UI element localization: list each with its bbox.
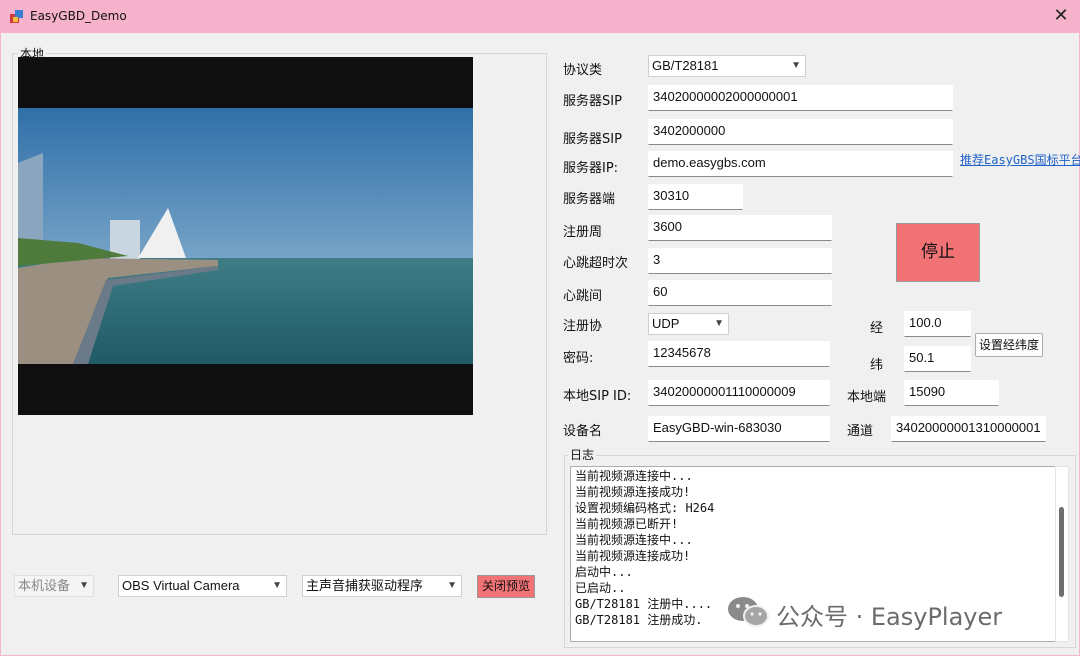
heartbeat-timeout-label: 心跳超时次 bbox=[563, 256, 629, 271]
server-sip-domain-field[interactable]: 3402000000 bbox=[648, 119, 953, 145]
heartbeat-interval-field[interactable]: 60 bbox=[648, 280, 832, 306]
camera-select[interactable]: OBS Virtual Camera ▼ bbox=[118, 575, 287, 597]
close-preview-button[interactable]: 关闭预览 bbox=[477, 575, 535, 598]
log-line: 当前视频源连接中... bbox=[575, 533, 693, 547]
heartbeat-interval-label: 心跳间 bbox=[563, 289, 603, 304]
register-protocol-select[interactable]: UDP ▼ bbox=[648, 313, 729, 335]
longitude-label: 经 bbox=[870, 321, 884, 336]
device-name-field[interactable]: EasyGBD-win-683030 bbox=[648, 416, 830, 442]
chevron-down-icon: ▼ bbox=[791, 60, 801, 71]
audio-select[interactable]: 主声音捕获驱动程序 ▼ bbox=[302, 575, 462, 597]
server-sip-id-label: 服务器SIP bbox=[563, 94, 622, 109]
register-period-label: 注册周 bbox=[563, 225, 603, 240]
scrollbar-thumb[interactable] bbox=[1059, 507, 1064, 597]
chevron-down-icon: ▼ bbox=[447, 580, 457, 591]
channel-label: 通道 bbox=[847, 424, 874, 439]
local-device-select: 本机设备 ▼ bbox=[14, 575, 94, 597]
server-port-label: 服务器端 bbox=[563, 192, 616, 207]
server-ip-label: 服务器IP: bbox=[563, 161, 619, 176]
chevron-down-icon: ▼ bbox=[714, 318, 724, 329]
password-field[interactable]: 12345678 bbox=[648, 341, 830, 367]
log-line: GB/T28181 注册中.... bbox=[575, 597, 713, 611]
recommend-link[interactable]: 推荐EasyGBS国标平台 bbox=[960, 151, 1080, 168]
server-sip-domain-label: 服务器SIP bbox=[563, 132, 622, 147]
register-protocol-label: 注册协 bbox=[563, 319, 603, 334]
log-line: 设置视频编码格式: H264 bbox=[575, 501, 715, 515]
heartbeat-timeout-field[interactable]: 3 bbox=[648, 248, 832, 274]
protocol-select[interactable]: GB/T28181 ▼ bbox=[648, 55, 806, 77]
close-icon[interactable]: ✕ bbox=[1050, 4, 1072, 28]
latitude-field[interactable]: 50.1 bbox=[904, 346, 971, 372]
channel-field[interactable]: 34020000001310000001 bbox=[891, 416, 1046, 442]
register-protocol-value: UDP bbox=[652, 316, 680, 331]
title-bar: EasyGBD_Demo ✕ bbox=[0, 0, 1080, 33]
chevron-down-icon: ▼ bbox=[272, 580, 282, 591]
longitude-field[interactable]: 100.0 bbox=[904, 311, 971, 337]
watermark: 公众号 · EasyPlayer bbox=[726, 595, 1002, 631]
log-line: 当前视频源连接中... bbox=[575, 469, 693, 483]
set-coords-button[interactable]: 设置经纬度 bbox=[975, 333, 1043, 357]
protocol-value: GB/T28181 bbox=[652, 58, 719, 73]
log-line: 启动中... bbox=[575, 565, 633, 579]
server-port-field[interactable]: 30310 bbox=[648, 184, 743, 210]
server-ip-field[interactable]: demo.easygbs.com bbox=[648, 151, 953, 177]
latitude-label: 纬 bbox=[870, 358, 884, 373]
audio-value: 主声音捕获驱动程序 bbox=[306, 578, 424, 593]
local-port-field[interactable]: 15090 bbox=[904, 380, 999, 406]
log-line: 当前视频源连接成功! bbox=[575, 485, 691, 499]
local-sip-id-field[interactable]: 34020000001110000009 bbox=[648, 380, 830, 406]
wechat-icon bbox=[728, 597, 769, 627]
chevron-down-icon: ▼ bbox=[79, 580, 89, 591]
log-line: 当前视频源已断开! bbox=[575, 517, 679, 531]
local-port-label: 本地端 bbox=[847, 390, 887, 405]
log-line: 当前视频源连接成功! bbox=[575, 549, 691, 563]
log-scrollbar[interactable] bbox=[1055, 466, 1069, 642]
local-sip-id-label: 本地SIP ID: bbox=[563, 389, 632, 404]
camera-value: OBS Virtual Camera bbox=[122, 578, 240, 593]
video-frame bbox=[18, 108, 473, 364]
password-label: 密码: bbox=[563, 351, 594, 366]
app-icon bbox=[9, 8, 25, 24]
protocol-label: 协议类 bbox=[563, 63, 603, 78]
local-device-value: 本机设备 bbox=[18, 578, 71, 593]
watermark-text: 公众号 · EasyPlayer bbox=[776, 603, 1003, 631]
log-line: GB/T28181 注册成功. bbox=[575, 613, 703, 627]
device-name-label: 设备名 bbox=[563, 424, 603, 439]
log-line: 已启动.. bbox=[575, 581, 626, 595]
stop-button[interactable]: 停止 bbox=[896, 223, 980, 282]
server-sip-id-field[interactable]: 34020000002000000001 bbox=[648, 85, 953, 111]
register-period-field[interactable]: 3600 bbox=[648, 215, 832, 241]
video-preview bbox=[18, 57, 473, 415]
log-group-label: 日志 bbox=[568, 446, 597, 463]
window-title: EasyGBD_Demo bbox=[30, 9, 127, 23]
